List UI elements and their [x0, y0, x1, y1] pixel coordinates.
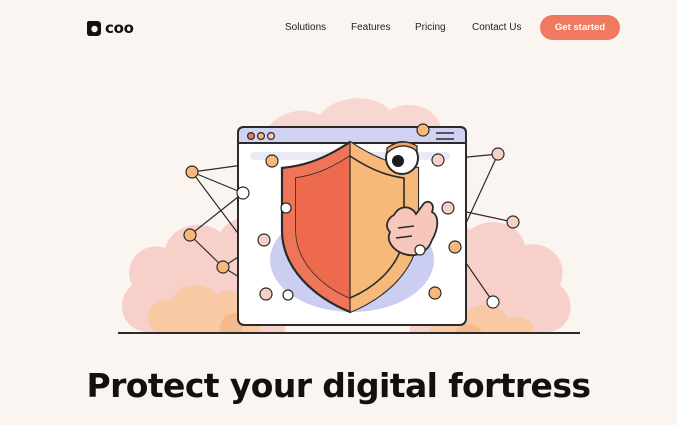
eye-icon — [385, 141, 419, 175]
site-header: coo Solutions Features Pricing Contact U… — [0, 0, 677, 56]
nav-contact-us[interactable]: Contact Us — [472, 20, 521, 36]
nav-pricing[interactable]: Pricing — [415, 20, 446, 36]
nav-solutions[interactable]: Solutions — [285, 20, 326, 36]
nav-features[interactable]: Features — [351, 20, 390, 36]
hero-illustration — [118, 98, 580, 334]
hero-title: Protect your digital fortress — [86, 366, 591, 405]
get-started-button[interactable]: Get started — [540, 15, 620, 40]
